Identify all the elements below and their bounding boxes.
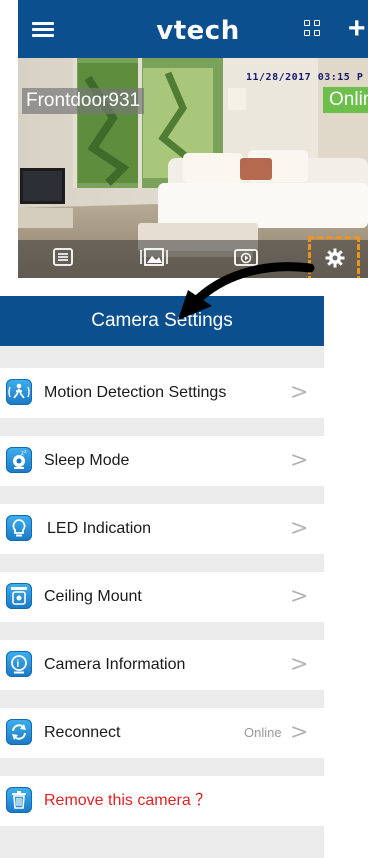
connection-status: Online bbox=[244, 725, 282, 740]
menu-item-label: Camera Information bbox=[44, 656, 186, 673]
camera-name-label: Frontdoor931 bbox=[22, 88, 145, 114]
menu-item-ceiling-mount[interactable]: Ceiling Mount > bbox=[0, 572, 324, 622]
menu-item-label: Reconnect bbox=[44, 724, 121, 741]
menu-item-camera-information[interactable]: i Camera Information > bbox=[0, 640, 324, 690]
menu-item-reconnect[interactable]: Reconnect Online > bbox=[0, 708, 324, 758]
trash-icon bbox=[6, 787, 32, 813]
plus-icon[interactable]: + bbox=[348, 14, 368, 44]
menu-icon[interactable] bbox=[32, 22, 54, 38]
svg-text:i: i bbox=[17, 659, 20, 670]
chevron-right-icon: > bbox=[290, 448, 309, 473]
curved-arrow-icon bbox=[178, 262, 315, 320]
camera-live-screen: vtech + Frontdoor931 11/28/2017 03:15 P … bbox=[18, 0, 368, 278]
menu-item-label: Remove this camera ？ bbox=[44, 792, 212, 809]
online-status-badge: Onlin bbox=[323, 87, 368, 113]
menu-item-label: Motion Detection Settings bbox=[44, 384, 227, 401]
menu-item-sleep-mode[interactable]: zz Sleep Mode > bbox=[0, 436, 324, 486]
bulb-icon bbox=[6, 515, 32, 541]
ceiling-mount-icon bbox=[6, 583, 32, 609]
menu-item-led-indication[interactable]: LED Indication > bbox=[0, 504, 324, 554]
sleep-icon: zz bbox=[6, 447, 32, 473]
info-icon: i bbox=[6, 651, 32, 677]
chevron-right-icon: > bbox=[290, 652, 309, 677]
video-timestamp: 11/28/2017 03:15 P bbox=[246, 72, 364, 83]
brand-logo: vtech bbox=[156, 16, 240, 46]
camera-settings-screen: Camera Settings Motion Detection Setting… bbox=[0, 296, 324, 858]
menu-item-label: LED Indication bbox=[47, 520, 152, 537]
menu-item-motion-detection[interactable]: Motion Detection Settings > bbox=[0, 368, 324, 418]
motion-icon bbox=[6, 379, 32, 405]
chevron-right-icon: > bbox=[290, 720, 309, 745]
menu-item-remove-camera[interactable]: Remove this camera ？ bbox=[0, 776, 324, 826]
menu-item-label: Sleep Mode bbox=[44, 452, 130, 469]
reconnect-icon bbox=[6, 719, 32, 745]
chevron-right-icon: > bbox=[290, 516, 309, 541]
svg-text:z: z bbox=[24, 449, 27, 455]
list-icon[interactable] bbox=[53, 248, 73, 266]
chevron-right-icon: > bbox=[290, 584, 309, 609]
chevron-right-icon: > bbox=[290, 380, 309, 405]
menu-item-label: Ceiling Mount bbox=[44, 588, 142, 605]
grid-icon[interactable] bbox=[304, 20, 322, 38]
